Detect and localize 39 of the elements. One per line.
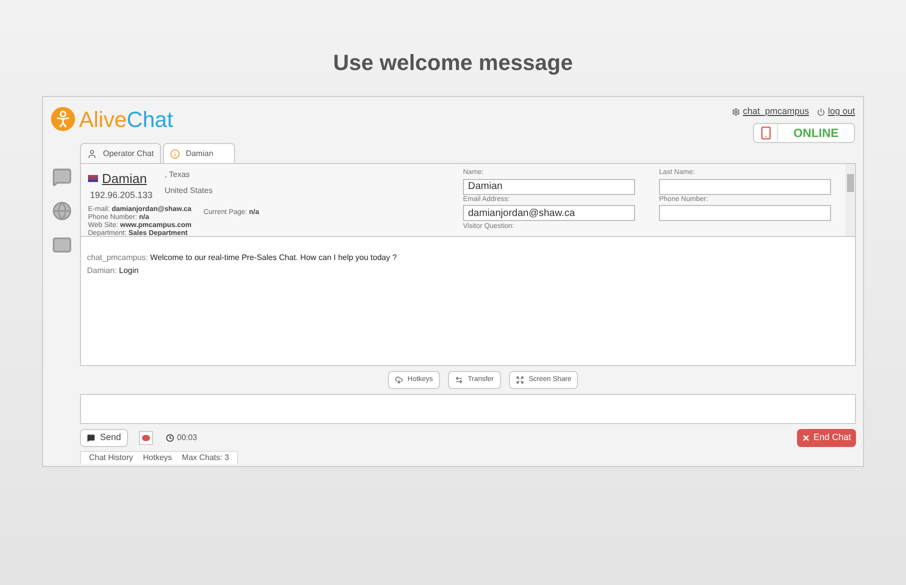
message-input[interactable] — [80, 394, 856, 424]
visitor-name[interactable]: Damian — [102, 169, 147, 188]
bottom-tab[interactable]: Max Chats: 3 — [182, 452, 230, 464]
clock-icon — [166, 434, 174, 442]
settings-icon — [732, 108, 740, 116]
tab[interactable]: Damian — [162, 143, 235, 163]
transfer-icon — [454, 376, 463, 384]
page-title: Use welcome message — [333, 49, 573, 77]
person-logo-icon — [51, 107, 75, 131]
bottom-tab[interactable]: Hotkeys — [143, 452, 172, 464]
user-icon — [87, 148, 97, 158]
visitor-region: , Texas — [164, 169, 191, 181]
logout-link[interactable]: log out — [816, 105, 855, 118]
chat-timer: 00:03 — [177, 432, 198, 444]
send-button[interactable]: Send — [80, 428, 128, 446]
logo-text: AliveChat — [79, 106, 174, 134]
form-field[interactable] — [659, 178, 831, 194]
tab[interactable]: Operator Chat — [80, 143, 161, 163]
form-field[interactable] — [659, 205, 831, 221]
info-icon — [170, 148, 180, 158]
visitor-ip: 192.96.205.133 — [90, 188, 153, 202]
user-link[interactable]: chat_pmcampus — [732, 105, 809, 118]
chat-message: chat_pmcampus: Welcome to our real-time Pre-Sales Chat. How can I help you today ? — [87, 252, 398, 264]
bottom-tab[interactable]: Chat History — [89, 452, 134, 464]
chat-icon[interactable] — [52, 167, 72, 187]
globe-icon[interactable] — [52, 201, 72, 221]
visitor-country: United States — [164, 185, 213, 197]
form-field[interactable]: damianjordan@shaw.ca — [463, 205, 635, 221]
hotkeys-icon — [394, 376, 403, 384]
speech-bubble-icon — [87, 434, 95, 442]
power-icon — [816, 108, 825, 116]
chat-message: Damian: Login — [87, 265, 140, 277]
form-field[interactable]: Damian — [463, 178, 635, 194]
close-icon — [802, 434, 810, 442]
end-chat-button[interactable]: End Chat — [797, 428, 856, 446]
phone-icon — [758, 126, 772, 140]
scrollbar[interactable] — [845, 164, 855, 236]
flag-icon — [88, 175, 98, 182]
share-icon — [516, 376, 524, 384]
